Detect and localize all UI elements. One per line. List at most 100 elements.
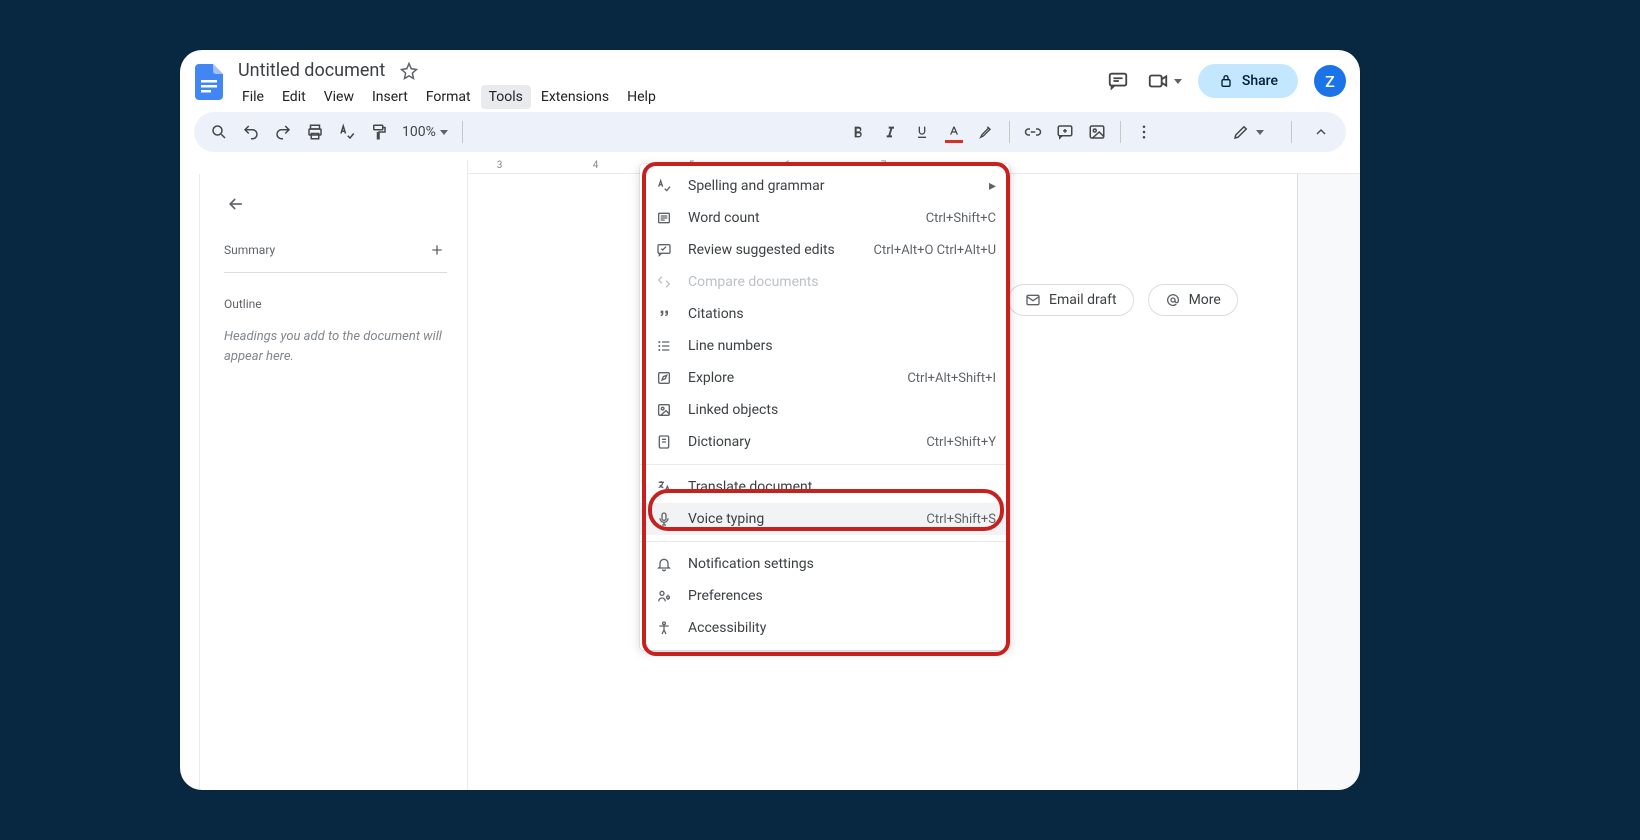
collapse-toolbar-icon[interactable]: [1306, 117, 1336, 147]
text-color-icon[interactable]: [939, 117, 969, 147]
insert-image-icon[interactable]: [1082, 117, 1112, 147]
menu-item-shortcut: Ctrl+Alt+Shift+I: [907, 371, 996, 386]
menu-help[interactable]: Help: [619, 85, 664, 109]
menu-extensions[interactable]: Extensions: [533, 85, 617, 109]
email-icon: [1025, 292, 1041, 308]
linked-icon: [654, 400, 674, 420]
italic-icon[interactable]: [875, 117, 905, 147]
review-icon: [654, 240, 674, 260]
menu-item-compare-documents: Compare documents: [640, 266, 1010, 298]
chip-more[interactable]: More: [1148, 284, 1238, 316]
docs-logo-icon[interactable]: [194, 62, 224, 102]
underline-icon[interactable]: [907, 117, 937, 147]
menu-item-label: Word count: [688, 210, 916, 226]
menu-item-label: Linked objects: [688, 402, 996, 418]
print-icon[interactable]: [300, 117, 330, 147]
ruler-mark: 4: [593, 160, 599, 171]
paint-format-icon[interactable]: [364, 117, 394, 147]
more-icon[interactable]: [1129, 117, 1159, 147]
search-icon[interactable]: [204, 117, 234, 147]
menu-item-explore[interactable]: Explore Ctrl+Alt+Shift+I: [640, 362, 1010, 394]
spellcheck-icon[interactable]: [332, 117, 362, 147]
vertical-ruler[interactable]: [180, 174, 200, 790]
menu-format[interactable]: Format: [418, 85, 479, 109]
toolbar-wrap: 100%: [180, 112, 1360, 160]
menu-item-label: Compare documents: [688, 274, 996, 290]
separator: [1291, 121, 1292, 143]
chip-email-draft[interactable]: Email draft: [1008, 284, 1134, 316]
smart-chips-row: Email draft More: [1008, 284, 1238, 316]
zoom-select[interactable]: 100%: [396, 124, 454, 140]
menu-item-notification-settings[interactable]: Notification settings: [640, 548, 1010, 580]
share-button[interactable]: Share: [1198, 64, 1298, 98]
summary-label: Summary: [224, 243, 275, 257]
menu-item-label: Notification settings: [688, 556, 996, 572]
word-count-icon: [654, 208, 674, 228]
menu-item-linked-objects[interactable]: Linked objects: [640, 394, 1010, 426]
comments-icon[interactable]: [1106, 69, 1130, 93]
outline-pane: Summary Outline Headings you add to the …: [200, 174, 468, 790]
avatar[interactable]: Z: [1314, 65, 1346, 97]
highlight-icon[interactable]: [971, 117, 1001, 147]
document-title[interactable]: Untitled document: [234, 58, 389, 83]
bold-icon[interactable]: [843, 117, 873, 147]
chip-label: More: [1189, 292, 1221, 308]
mic-icon: [654, 509, 674, 529]
separator: [1120, 121, 1121, 143]
menu-item-label: Line numbers: [688, 338, 996, 354]
menu-item-accessibility[interactable]: Accessibility: [640, 612, 1010, 644]
redo-icon[interactable]: [268, 117, 298, 147]
at-icon: [1165, 292, 1181, 308]
menu-item-label: Explore: [688, 370, 897, 386]
menu-separator: [640, 541, 1010, 542]
menu-item-translate-document[interactable]: Translate document: [640, 471, 1010, 503]
menu-item-line-numbers[interactable]: Line numbers: [640, 330, 1010, 362]
line-numbers-icon: [654, 336, 674, 356]
tools-menu: Spelling and grammar▸ Word count Ctrl+Shif…: [640, 164, 1010, 650]
menu-item-preferences[interactable]: Preferences: [640, 580, 1010, 612]
menubar: FileEditViewInsertFormatToolsExtensionsH…: [234, 85, 664, 109]
insert-link-icon[interactable]: [1018, 117, 1048, 147]
menu-insert[interactable]: Insert: [364, 85, 416, 109]
menu-item-label: Citations: [688, 306, 996, 322]
menu-tools[interactable]: Tools: [481, 85, 531, 109]
menu-edit[interactable]: Edit: [274, 85, 314, 109]
summary-add-icon[interactable]: [427, 240, 447, 260]
menu-item-shortcut: Ctrl+Shift+S: [926, 512, 996, 527]
menu-file[interactable]: File: [234, 85, 272, 109]
accessibility-icon: [654, 618, 674, 638]
menu-item-voice-typing[interactable]: Voice typingCtrl+Shift+S: [640, 503, 1010, 535]
share-label: Share: [1242, 73, 1278, 89]
menu-item-label: Dictionary: [688, 434, 916, 450]
spellcheck-icon: [654, 176, 674, 196]
menu-item-shortcut: Ctrl+Shift+C: [926, 211, 996, 226]
menu-item-spelling-and-grammar[interactable]: Spelling and grammar▸: [640, 170, 1010, 202]
star-button[interactable]: [399, 61, 419, 81]
dictionary-icon: [654, 432, 674, 452]
menu-item-dictionary[interactable]: Dictionary Ctrl+Shift+Y: [640, 426, 1010, 458]
add-comment-icon[interactable]: [1050, 117, 1080, 147]
compare-icon: [654, 272, 674, 292]
outline-back-icon[interactable]: [224, 192, 248, 216]
header: Untitled document FileEditViewInsertForm…: [180, 50, 1360, 112]
meet-button[interactable]: [1146, 69, 1182, 93]
menu-item-review-suggested-edits[interactable]: Review suggested editsCtrl+Alt+O Ctrl+Al…: [640, 234, 1010, 266]
separator: [462, 121, 463, 143]
bell-icon: [654, 554, 674, 574]
menu-separator: [640, 464, 1010, 465]
title-area: Untitled document FileEditViewInsertForm…: [234, 58, 664, 109]
menu-item-label: Preferences: [688, 588, 996, 604]
menu-item-citations[interactable]: Citations: [640, 298, 1010, 330]
ruler-mark: 3: [497, 160, 503, 171]
chevron-down-icon: [1256, 130, 1264, 135]
menu-item-shortcut: Ctrl+Shift+Y: [926, 435, 996, 450]
undo-icon[interactable]: [236, 117, 266, 147]
menu-item-label: Accessibility: [688, 620, 996, 636]
menu-item-word-count[interactable]: Word count Ctrl+Shift+C: [640, 202, 1010, 234]
menu-item-label: Spelling and grammar: [688, 178, 989, 194]
editing-mode-button[interactable]: [1219, 117, 1277, 147]
outline-label: Outline: [224, 297, 447, 311]
chevron-down-icon: [440, 130, 448, 135]
citations-icon: [654, 304, 674, 324]
menu-view[interactable]: View: [316, 85, 362, 109]
